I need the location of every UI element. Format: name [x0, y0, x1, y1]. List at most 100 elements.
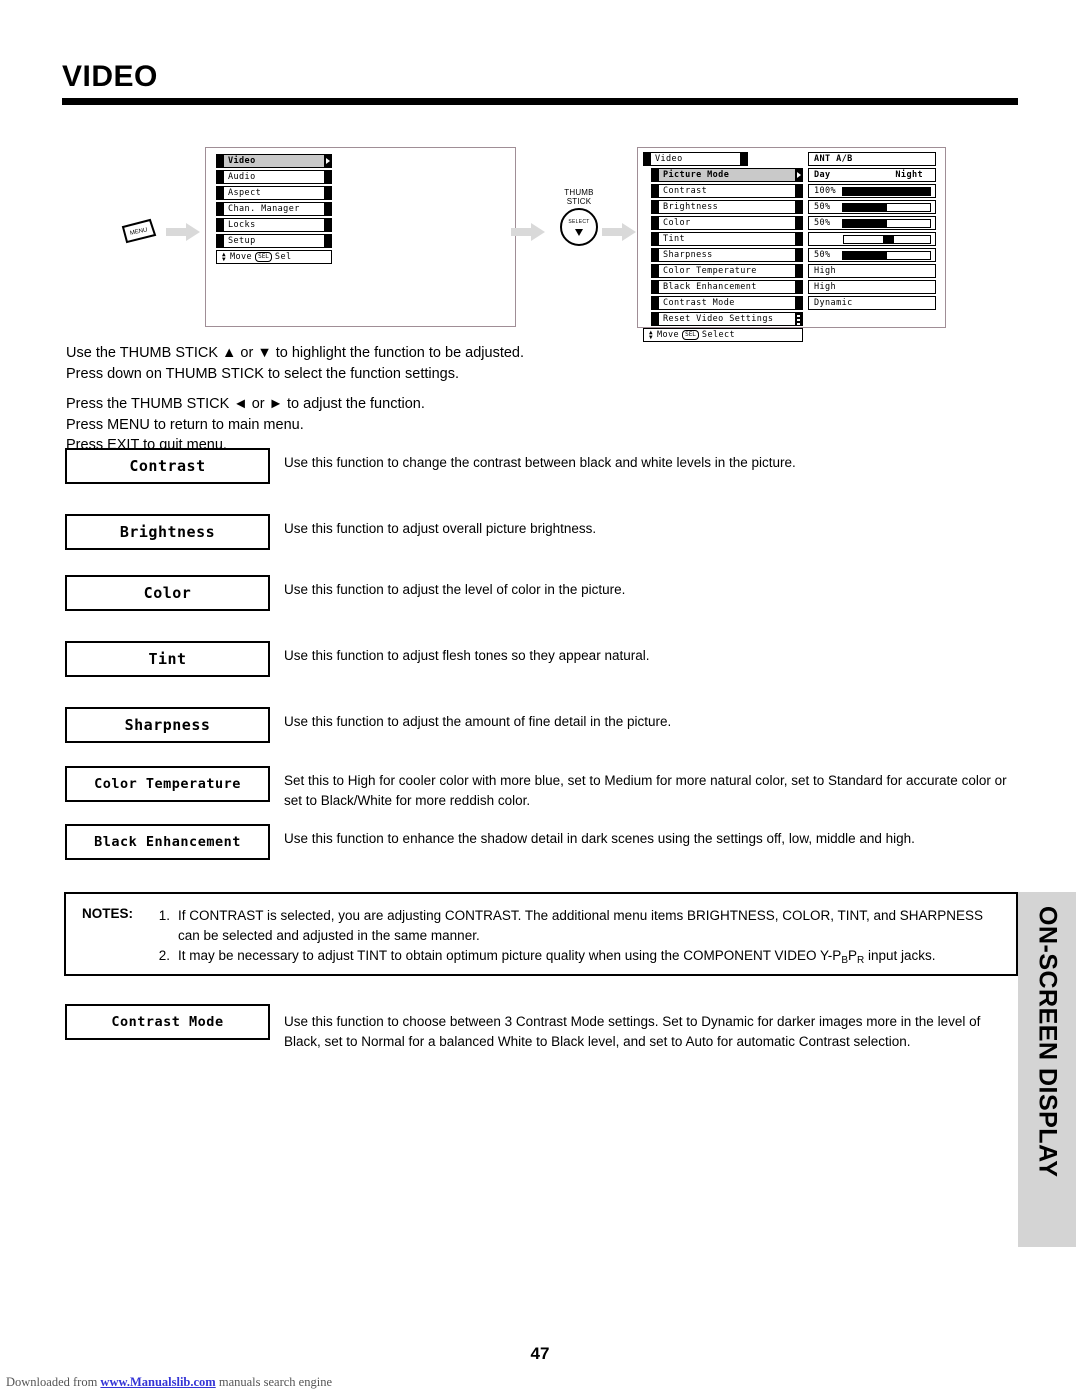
main-menu-item-label: Video — [228, 155, 256, 166]
video-menu-row[interactable]: Picture Mode — [643, 168, 803, 182]
thumb-stick-icon: THUMB STICK SELECT — [549, 188, 609, 254]
video-menu-item-color[interactable]: Color — [651, 216, 803, 230]
value-sharpness-slider[interactable]: 50% — [808, 248, 936, 262]
hint-move-label: Move — [230, 251, 253, 262]
video-menu-row[interactable]: Brightness — [643, 200, 803, 214]
video-menu-row[interactable]: Contrast — [643, 184, 803, 198]
note-text: If CONTRAST is selected, you are adjusti… — [178, 908, 984, 943]
video-menu-item-tint[interactable]: Tint — [651, 232, 803, 246]
function-desc-black-enhancement: Use this function to enhance the shadow … — [284, 831, 915, 846]
main-menu-row[interactable]: Locks — [216, 218, 332, 232]
value-label: ANT A/B — [814, 153, 853, 164]
contrast-slider[interactable] — [842, 186, 931, 196]
notes-heading: NOTES: — [82, 906, 134, 921]
video-menu-item-label: Contrast Mode — [663, 297, 735, 308]
row-cap-right — [795, 281, 802, 293]
value-black-enhancement[interactable]: High — [808, 280, 936, 294]
video-menu-item-contrast-mode[interactable]: Contrast Mode — [651, 296, 803, 310]
main-menu-row[interactable]: Chan. Manager — [216, 202, 332, 216]
note-text-before: It may be necessary to adjust TINT to ob… — [178, 948, 842, 963]
row-cap-right — [324, 187, 331, 199]
main-menu-item-video[interactable]: Video — [216, 154, 332, 168]
main-menu-item-aspect[interactable]: Aspect — [216, 186, 332, 200]
value-contrast-mode[interactable]: Dynamic — [808, 296, 936, 310]
row-cap-left — [652, 169, 659, 181]
section-tab-on-screen-display: ON-SCREEN DISPLAY — [1018, 892, 1076, 1247]
row-cap-left — [217, 203, 224, 215]
manual-page: VIDEO MENU Video Audio Aspect Chan. Mana… — [0, 0, 1080, 1397]
main-menu-row[interactable]: Aspect — [216, 186, 332, 200]
video-menu-row[interactable]: Color Temperature — [643, 264, 803, 278]
thumbstick-line2: STICK — [566, 197, 592, 206]
row-cap-right — [795, 185, 802, 197]
main-menu-row[interactable]: Video — [216, 154, 332, 168]
row-cap-left — [217, 155, 224, 167]
video-menu-row[interactable]: Sharpness — [643, 248, 803, 262]
footer-credit-link[interactable]: www.Manualslib.com — [100, 1375, 215, 1389]
instruction-line-3: Press the THUMB STICK ◄ or ► to adjust t… — [66, 396, 425, 412]
row-cap-left — [652, 265, 659, 277]
note-subscript-b: B — [841, 955, 848, 966]
row-cap-right — [324, 219, 331, 231]
value-picture-mode[interactable]: Day Night — [808, 168, 936, 182]
notes-box: NOTES: 1. If CONTRAST is selected, you a… — [64, 892, 1018, 976]
tint-slider[interactable] — [843, 234, 931, 244]
function-label-black-enhancement: Black Enhancement — [65, 824, 270, 860]
video-menu-row[interactable]: Black Enhancement — [643, 280, 803, 294]
sharpness-slider[interactable] — [842, 250, 931, 260]
function-label-color: Color — [65, 575, 270, 611]
video-menu-title-row: Video — [643, 152, 803, 166]
video-menu-item-black-enhancement[interactable]: Black Enhancement — [651, 280, 803, 294]
video-menu-row[interactable]: Reset Video Settings — [643, 312, 803, 326]
value-ant-ab[interactable]: ANT A/B — [808, 152, 936, 166]
thumbstick-dial[interactable]: SELECT — [560, 208, 598, 246]
video-menu-row[interactable]: Contrast Mode — [643, 296, 803, 310]
value-tint-slider[interactable] — [808, 232, 936, 246]
function-label-tint: Tint — [65, 641, 270, 677]
video-menu-item-picture-mode[interactable]: Picture Mode — [651, 168, 803, 182]
main-menu-item-setup[interactable]: Setup — [216, 234, 332, 248]
hint-select-label: Sel — [274, 251, 292, 262]
main-menu-item-chan-manager[interactable]: Chan. Manager — [216, 202, 332, 216]
video-menu-item-label: Color Temperature — [663, 265, 757, 276]
row-cap-left — [652, 297, 659, 309]
video-menu-item-label: Sharpness — [663, 249, 713, 260]
function-desc-contrast: Use this function to change the contrast… — [284, 455, 796, 470]
footer-credit: Downloaded from www.Manualslib.com manua… — [6, 1375, 332, 1390]
video-menu-row[interactable]: Tint — [643, 232, 803, 246]
main-menu-row[interactable]: Setup — [216, 234, 332, 248]
value-color-slider[interactable]: 50% — [808, 216, 936, 230]
footer-credit-after: manuals search engine — [215, 1375, 332, 1389]
video-menu-item-brightness[interactable]: Brightness — [651, 200, 803, 214]
value-label: Dynamic — [814, 297, 853, 308]
video-menu-item-color-temperature[interactable]: Color Temperature — [651, 264, 803, 278]
note-number: 1. — [158, 908, 170, 923]
video-menu-row[interactable]: Color — [643, 216, 803, 230]
function-label-color-temperature: Color Temperature — [65, 766, 270, 802]
instruction-line-4: Press MENU to return to main menu. — [66, 416, 304, 433]
video-menu-item-reset-video-settings[interactable]: Reset Video Settings — [651, 312, 803, 326]
function-desc-color: Use this function to adjust the level of… — [284, 582, 626, 597]
color-slider[interactable] — [842, 218, 931, 228]
main-menu-item-locks[interactable]: Locks — [216, 218, 332, 232]
main-menu-row[interactable]: Audio — [216, 170, 332, 184]
video-menu-item-label: Contrast — [663, 185, 708, 196]
value-color-temperature[interactable]: High — [808, 264, 936, 278]
value-percent-label: 50% — [814, 201, 831, 212]
instruction-line-1: Use the THUMB STICK ▲ or ▼ to highlight … — [66, 345, 525, 361]
flow-arrow-3 — [602, 223, 636, 241]
video-menu-item-sharpness[interactable]: Sharpness — [651, 248, 803, 262]
brightness-slider[interactable] — [842, 202, 931, 212]
value-contrast-slider[interactable]: 100% — [808, 184, 936, 198]
function-desc-tint: Use this function to adjust flesh tones … — [284, 648, 650, 663]
up-down-arrows-icon: ▲ ▼ — [648, 329, 653, 341]
row-cap-right — [795, 233, 802, 245]
function-desc-brightness: Use this function to adjust overall pict… — [284, 521, 597, 536]
main-menu-item-audio[interactable]: Audio — [216, 170, 332, 184]
thumbstick-select-label: SELECT — [568, 219, 590, 225]
value-brightness-slider[interactable]: 50% — [808, 200, 936, 214]
video-menu-item-contrast[interactable]: Contrast — [651, 184, 803, 198]
up-down-arrows-icon: ▲ ▼ — [221, 251, 226, 263]
main-menu-item-label: Chan. Manager — [228, 203, 300, 214]
video-menu-items: Video Picture Mode Contrast Brightness C… — [643, 152, 803, 342]
